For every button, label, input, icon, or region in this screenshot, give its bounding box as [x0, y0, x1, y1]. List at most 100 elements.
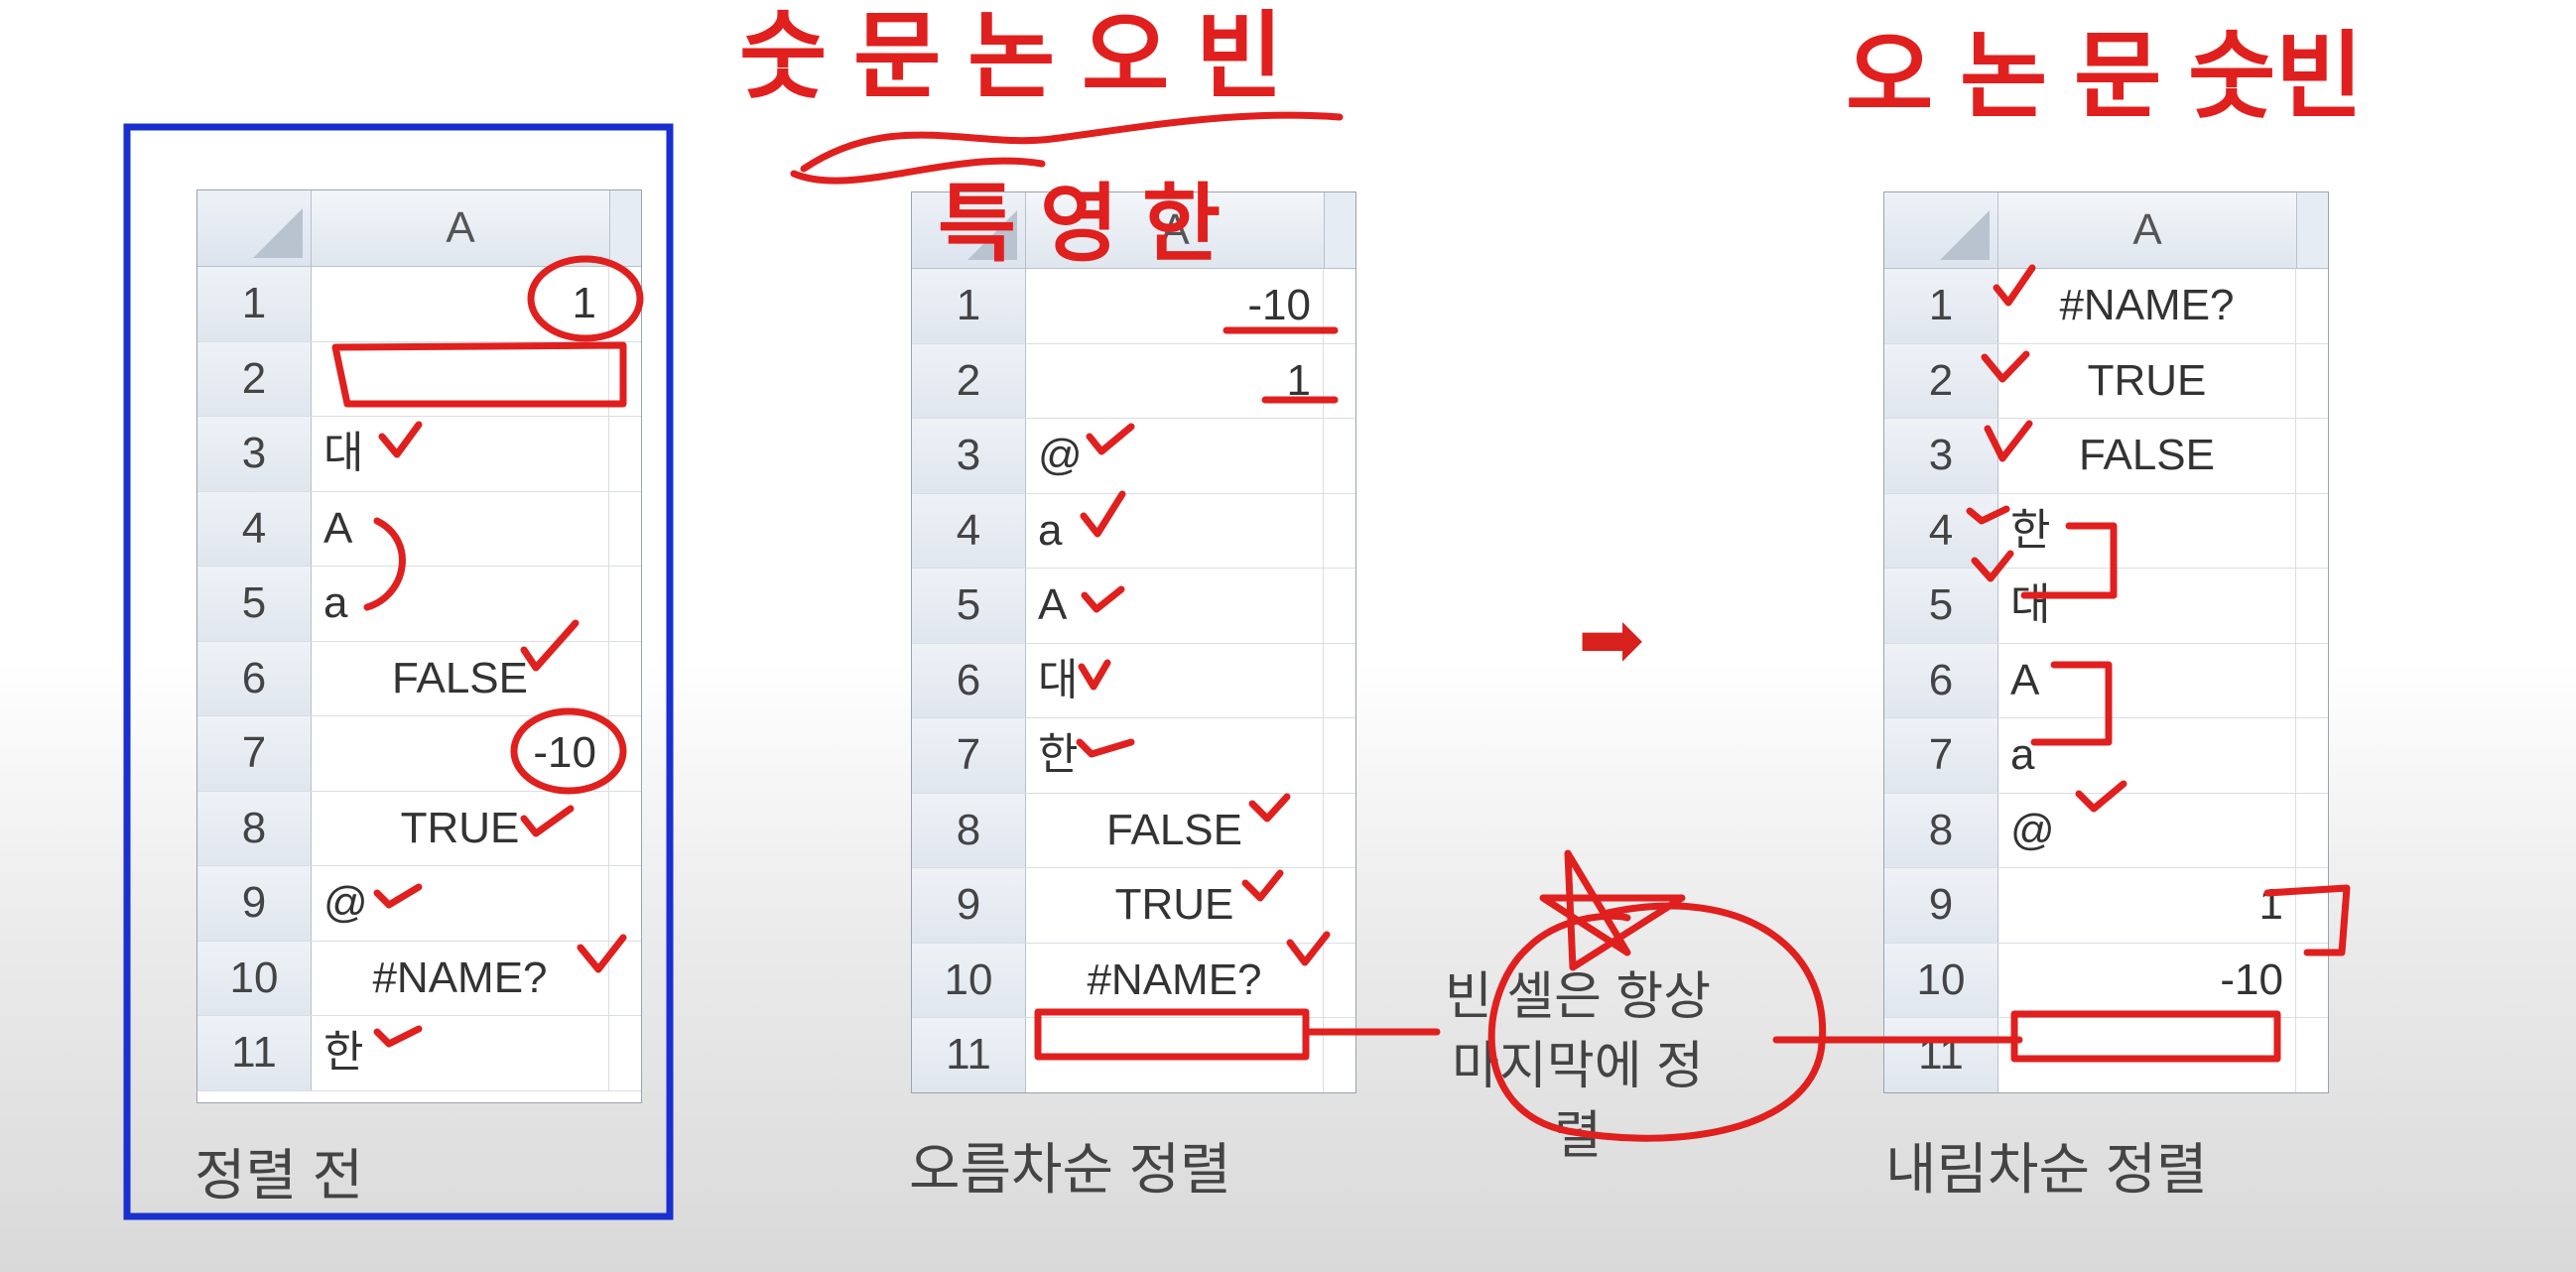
table-row: 4a	[912, 493, 1355, 569]
cell-a[interactable]: 대	[1026, 643, 1324, 717]
arrow-right-icon: ➡	[1578, 595, 1645, 684]
cell-a[interactable]: #NAME?	[1998, 269, 2296, 343]
cell-a[interactable]: -10	[1998, 943, 2296, 1017]
select-all-corner[interactable]	[912, 192, 1026, 268]
table-row: 8 TRUE	[197, 791, 641, 866]
cell-a[interactable]: 한	[1026, 718, 1324, 793]
table-row: 4A	[197, 491, 641, 567]
table-row: 6A	[1884, 643, 2328, 718]
cell-a[interactable]: TRUE	[1026, 868, 1324, 943]
cell-a[interactable]: TRUE	[312, 791, 609, 865]
empty-cell-note: 빈 셀은 항상 마지막에 정렬	[1429, 962, 1727, 1171]
table-row: 10 #NAME?	[197, 941, 641, 1016]
row-number[interactable]: 3	[197, 417, 312, 491]
row-number[interactable]: 9	[197, 866, 312, 941]
cell-a[interactable]: 대	[312, 417, 609, 491]
table-row: 8 @	[1884, 793, 2328, 868]
row-number[interactable]: 8	[912, 793, 1026, 867]
cell-a[interactable]: A	[1998, 643, 2296, 717]
row-number[interactable]: 1	[197, 267, 312, 341]
cell-a[interactable]: a	[312, 567, 609, 641]
row-number[interactable]: 10	[912, 943, 1026, 1017]
row-number[interactable]: 4	[1884, 493, 1998, 568]
cell-a[interactable]: #NAME?	[1026, 943, 1324, 1017]
table-row: 2	[197, 341, 641, 417]
cell-a[interactable]: 한	[312, 1016, 609, 1090]
row-number[interactable]: 3	[912, 419, 1026, 493]
cell-a[interactable]: @	[1026, 419, 1324, 493]
select-all-corner[interactable]	[197, 191, 312, 266]
row-number[interactable]: 5	[1884, 569, 1998, 643]
row-number[interactable]: 11	[1884, 1018, 1998, 1092]
row-number[interactable]: 6	[197, 641, 312, 715]
column-header-a[interactable]: A	[312, 191, 610, 266]
row-number[interactable]: 1	[912, 269, 1026, 343]
cell-a[interactable]: A	[312, 491, 609, 566]
cell-a[interactable]: a	[1998, 718, 2296, 793]
cell-a[interactable]: @	[312, 866, 609, 941]
table-rows: 1 1 2 3 대 4 A 5 a 6 FALSE 7 -10 8 TRUE 9 @10 #NAME? 11 한	[197, 267, 641, 1091]
cell-a[interactable]: 1	[312, 267, 609, 341]
caption-ascending: 오름차순 정렬	[909, 1138, 1231, 1201]
cell-a[interactable]: @	[1998, 793, 2296, 867]
row-number[interactable]: 7	[1884, 718, 1998, 793]
cell-a[interactable]: A	[1026, 569, 1324, 643]
cell-a[interactable]: #NAME?	[312, 941, 609, 1015]
table-row: 7 -10	[197, 716, 641, 792]
table-row: 21	[912, 343, 1355, 419]
cell-a[interactable]: TRUE	[1998, 343, 2296, 418]
cell-a[interactable]: 한	[1998, 493, 2296, 568]
header-row: A	[1884, 192, 2328, 269]
column-header-a[interactable]: A	[1026, 192, 1325, 268]
header-row: A	[197, 191, 641, 267]
cell-a[interactable]: a	[1026, 493, 1324, 568]
table-row: 5대	[1884, 569, 2328, 644]
row-number[interactable]: 9	[1884, 868, 1998, 943]
row-number[interactable]: 8	[1884, 793, 1998, 867]
row-number[interactable]: 1	[1884, 269, 1998, 343]
cell-a[interactable]: 대	[1998, 569, 2296, 643]
select-all-corner[interactable]	[1884, 192, 1998, 268]
cell-a[interactable]: 1	[1026, 343, 1324, 418]
cell-a[interactable]	[1998, 1018, 2296, 1092]
header-row: A	[912, 192, 1355, 269]
row-number[interactable]: 8	[197, 791, 312, 865]
row-number[interactable]: 10	[197, 941, 312, 1015]
row-number[interactable]: 2	[197, 341, 312, 416]
row-number[interactable]: 5	[197, 567, 312, 641]
table-row: 1 #NAME?	[1884, 269, 2328, 344]
table-row: 2 TRUE	[1884, 343, 2328, 419]
column-header-a[interactable]: A	[1998, 192, 2297, 268]
row-number[interactable]: 11	[912, 1018, 1026, 1092]
row-number[interactable]: 4	[912, 493, 1026, 568]
table-row: 10 -10	[1884, 943, 2328, 1018]
cell-a[interactable]: FALSE	[312, 641, 609, 715]
cell-a[interactable]: FALSE	[1026, 793, 1324, 867]
row-number[interactable]: 10	[1884, 943, 1998, 1017]
cell-a[interactable]: FALSE	[1998, 419, 2296, 493]
row-number[interactable]: 2	[1884, 343, 1998, 418]
table-row: 11	[197, 267, 641, 342]
sheet-descending: A 1 #NAME? 2 TRUE 3 FALSE 4 한 5 대 6 A 7 a 8 @9 1 10 -10 11	[1883, 191, 2329, 1093]
table-row: 11	[912, 1018, 1355, 1092]
row-number[interactable]: 7	[197, 716, 312, 791]
row-number[interactable]: 4	[197, 491, 312, 566]
sheet-before: A 1 1 2 3 대 4 A 5 a 6 FALSE 7 -10 8 TRUE 9 @10 #NAME? 11 한	[196, 190, 642, 1103]
table-row: 7한	[912, 718, 1355, 794]
cell-a[interactable]: -10	[1026, 269, 1324, 343]
caption-descending: 내림차순 정렬	[1885, 1138, 2208, 1201]
row-number[interactable]: 11	[197, 1016, 312, 1090]
handwriting-top-left: 숫 문 논 오 빈	[739, 4, 1283, 110]
row-number[interactable]: 2	[912, 343, 1026, 418]
cell-a[interactable]	[312, 341, 609, 416]
row-number[interactable]: 5	[912, 569, 1026, 643]
row-number[interactable]: 6	[912, 643, 1026, 717]
row-number[interactable]: 3	[1884, 419, 1998, 493]
cell-a[interactable]: -10	[312, 716, 609, 791]
row-number[interactable]: 7	[912, 718, 1026, 793]
row-number[interactable]: 9	[912, 868, 1026, 943]
cell-a[interactable]: 1	[1998, 868, 2296, 943]
cell-a[interactable]	[1026, 1018, 1324, 1092]
row-number[interactable]: 6	[1884, 643, 1998, 717]
wavy-underline-2	[790, 157, 1046, 185]
